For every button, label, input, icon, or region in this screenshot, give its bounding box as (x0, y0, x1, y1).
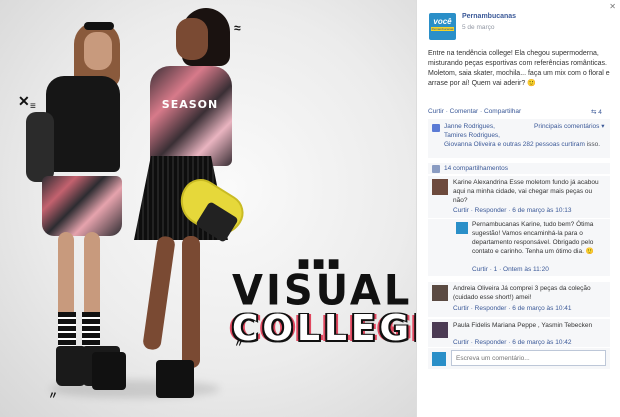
likes-summary: Janne Rodrigues, Tamires Rodrigues, Giov… (428, 118, 610, 158)
like-link[interactable]: Curtir (428, 108, 444, 115)
post-actions: Curtir · Comentar · Compartilhar (428, 108, 522, 115)
comment-meta[interactable]: Curtir · Responder · 6 de março às 10:13 (453, 207, 572, 214)
comment-link[interactable]: Comentar (450, 108, 479, 115)
thumbs-up-icon (432, 124, 440, 132)
backpack (26, 112, 54, 182)
doodle-marks: ≡ (30, 101, 36, 112)
liker-link[interactable]: Janne Rodrigues, (444, 123, 495, 130)
headline-college: COLLEGE (232, 308, 416, 349)
floral-skirt (42, 176, 122, 236)
share-link[interactable]: Compartilhar (484, 108, 521, 115)
shares-row[interactable]: 14 compartilhamentos (428, 162, 610, 174)
comment-text: Paula Fidelis Mariana Peppe , Yasmin Teb… (453, 322, 593, 329)
reply-meta[interactable]: Curtir · 1 · Ontem às 11:20 (472, 266, 549, 273)
likers-summary-text[interactable]: Giovanna Oliveira e outras 282 pessoas c… (444, 141, 585, 148)
campaign-photo[interactable]: SEASON ✕ ≡ ≈ 〃 〃 ■■■ VISUAL COLLEGE (0, 0, 416, 417)
doodle-marks: 〃 (48, 391, 58, 402)
avatar[interactable] (432, 322, 448, 338)
post-text: Entre na tendência college! Ela chegou s… (428, 50, 610, 87)
avatar[interactable] (432, 285, 448, 301)
comment-item: Andreia Oliveira Já comprei 3 peças da c… (428, 281, 610, 317)
share-icon: ⇆ (591, 109, 597, 116)
liker-link[interactable]: Tamires Rodrigues, (444, 132, 500, 139)
close-icon[interactable]: ✕ (609, 2, 616, 11)
comment-text: Andreia Oliveira Já comprei 3 peças da c… (453, 285, 591, 301)
doodle-marks: ✕ (18, 93, 30, 109)
page-avatar[interactable]: você Pernambucanas (429, 13, 456, 40)
share-icon (432, 165, 440, 173)
comment-text: Karine Alexandrina Esse moletom fundo já… (453, 179, 599, 204)
share-count[interactable]: ⇆ 4 (591, 108, 602, 116)
comment-input[interactable] (451, 350, 606, 366)
reply-text: Pernambucanas Karine, tudo bem? Ótima su… (472, 221, 594, 255)
page-name-link[interactable]: Pernambucanas (462, 13, 516, 20)
likers-summary-end: isso. (586, 141, 601, 148)
sort-comments-dropdown[interactable]: Principais comentários ▾ (534, 122, 604, 130)
comment-reply: Pernambucanas Karine, tudo bem? Ótima su… (428, 218, 610, 276)
doodle-marks: ≈ (234, 21, 241, 35)
comment-item: Karine Alexandrina Esse moletom fundo já… (428, 175, 610, 220)
floral-sweatshirt: SEASON (150, 66, 232, 166)
sunglasses-icon (84, 22, 114, 30)
shares-count-link[interactable]: 14 compartilhamentos (444, 165, 508, 172)
comment-meta[interactable]: Curtir · Responder · 6 de março às 10:42 (453, 339, 572, 346)
comment-meta[interactable]: Curtir · Responder · 6 de março às 10:41 (453, 305, 572, 312)
campaign-headline: ■■■ VISUAL COLLEGE (232, 254, 416, 349)
post-timestamp[interactable]: 5 de março (462, 24, 495, 31)
headline-visual: VISUAL (232, 266, 413, 316)
avatar[interactable] (432, 179, 448, 195)
avatar (432, 352, 446, 366)
avatar[interactable] (456, 222, 468, 234)
comment-item: Paula Fidelis Mariana Peppe , Yasmin Teb… (428, 318, 610, 348)
